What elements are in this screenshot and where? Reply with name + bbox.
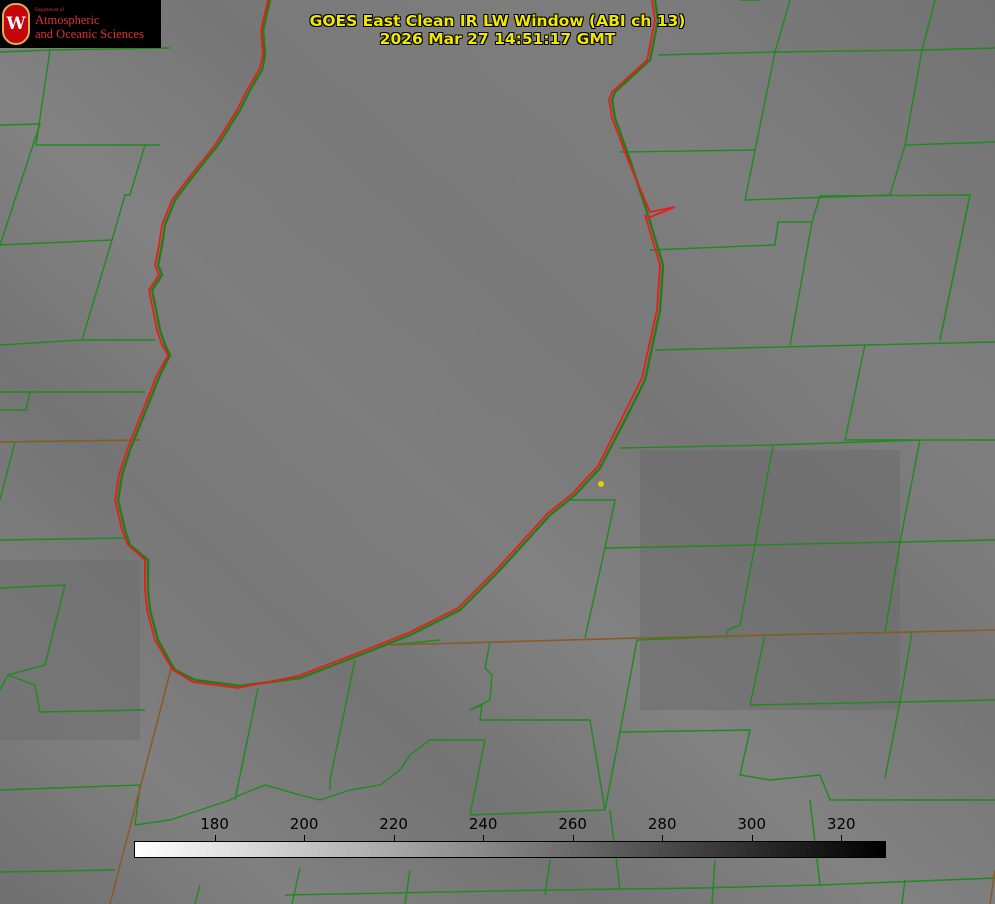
satellite-map <box>0 0 995 904</box>
colorbar-tick-mark <box>483 835 485 841</box>
colorbar-tick-label: 240 <box>468 815 498 833</box>
darker-cloud-patch <box>640 450 900 710</box>
colorbar-tick-label: 320 <box>826 815 856 833</box>
colorbar-tick-mark <box>751 835 753 841</box>
colorbar-tick-mark <box>214 835 216 841</box>
temperature-colorbar <box>134 841 886 858</box>
colorbar-tick-label: 200 <box>289 815 319 833</box>
image-timestamp: 2026 Mar 27 14:51:17 GMT <box>379 30 616 48</box>
colorbar-tick-mark <box>393 835 395 841</box>
colorbar-tick-mark <box>572 835 574 841</box>
colorbar-tick-label: 180 <box>200 815 229 833</box>
colorbar-tick-mark <box>304 835 306 841</box>
colorbar-tick-mark <box>841 835 843 841</box>
city-marker <box>598 481 604 487</box>
colorbar-tick-mark <box>662 835 664 841</box>
image-title: GOES East Clean IR LW Window (ABI ch 13) <box>309 12 686 30</box>
colorbar-tick-label: 300 <box>737 815 767 833</box>
colorbar-tick-label: 260 <box>558 815 587 833</box>
colorbar-tick-label: 280 <box>647 815 677 833</box>
colorbar-tick-label: 220 <box>379 815 408 833</box>
